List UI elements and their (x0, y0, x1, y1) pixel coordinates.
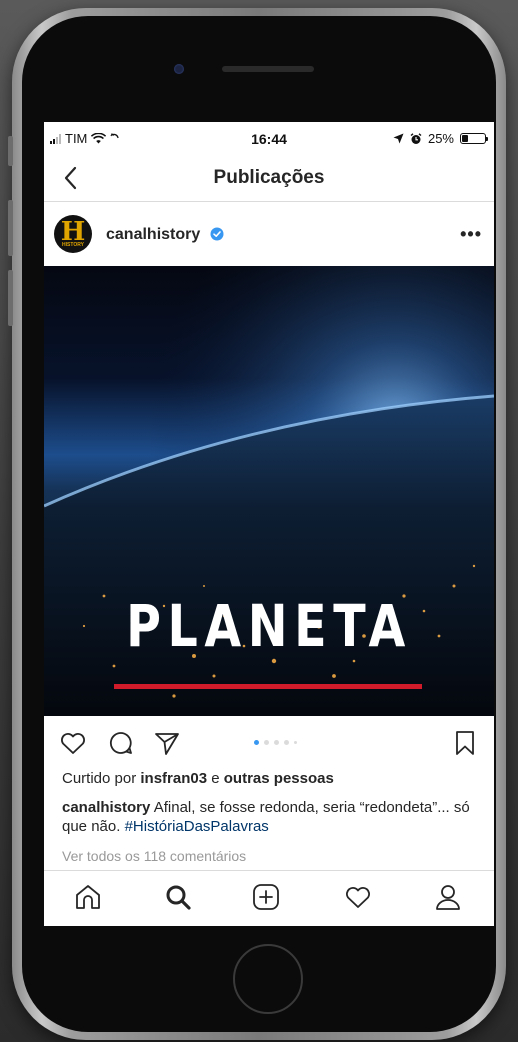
bookmark-icon[interactable] (450, 728, 480, 758)
battery-percent: 25% (427, 131, 454, 146)
alarm-icon (410, 132, 422, 144)
caption-username[interactable]: canalhistory (62, 799, 150, 816)
likes-line[interactable]: Curtido por insfran03 e outras pessoas (62, 770, 334, 787)
likes-others[interactable]: outras pessoas (224, 770, 334, 787)
comment-icon[interactable] (106, 728, 136, 758)
home-icon[interactable] (72, 881, 104, 913)
add-post-icon[interactable] (250, 881, 282, 913)
search-icon[interactable] (162, 881, 194, 913)
share-icon[interactable] (152, 728, 182, 758)
status-bar: TIM 16:44 25% (44, 122, 494, 156)
carousel-dot (264, 740, 269, 745)
avatar-wordmark: HISTORY (62, 242, 84, 248)
post-image-title: PLANETA (126, 592, 412, 660)
home-button[interactable] (233, 944, 303, 1014)
post-image[interactable]: PLANETA (44, 266, 494, 716)
front-camera (174, 64, 184, 74)
earpiece-speaker (222, 66, 314, 72)
volume-down-button (8, 270, 13, 326)
carousel-dot (294, 741, 297, 744)
status-right: 25% (393, 131, 488, 146)
more-options-button[interactable]: ••• (460, 224, 482, 245)
likes-user[interactable]: insfran03 (140, 770, 207, 787)
title-underline (114, 684, 422, 689)
carousel-indicator (254, 740, 297, 745)
navigation-bar: Publicações (44, 156, 494, 202)
likes-prefix: Curtido por (62, 770, 137, 787)
carousel-dot (274, 740, 279, 745)
post-username[interactable]: canalhistory (106, 226, 200, 244)
app-screen: TIM 16:44 25% Publicações H HISTORY cana… (44, 122, 494, 926)
carousel-dot (254, 740, 259, 745)
volume-up-button (8, 200, 13, 256)
post-caption: canalhistory Afinal, se fosse redonda, s… (62, 798, 482, 836)
caption-hashtag[interactable]: #HistóriaDasPalavras (125, 818, 269, 835)
location-icon (393, 133, 404, 144)
like-heart-icon[interactable] (58, 728, 88, 758)
likes-connector: e (211, 770, 220, 787)
mute-switch (8, 136, 13, 166)
profile-icon[interactable] (432, 881, 464, 913)
avatar[interactable]: H HISTORY (54, 215, 92, 253)
post-header: H HISTORY canalhistory ••• (44, 202, 494, 266)
view-comments-link[interactable]: Ver todos os 118 comentários (62, 848, 246, 864)
page-title: Publicações (213, 167, 325, 188)
heart-icon[interactable] (342, 881, 374, 913)
post-actions (44, 716, 494, 776)
verified-badge-icon (210, 227, 224, 241)
battery-icon (460, 133, 488, 144)
bottom-tab-bar (44, 870, 494, 926)
carousel-dot (284, 740, 289, 745)
